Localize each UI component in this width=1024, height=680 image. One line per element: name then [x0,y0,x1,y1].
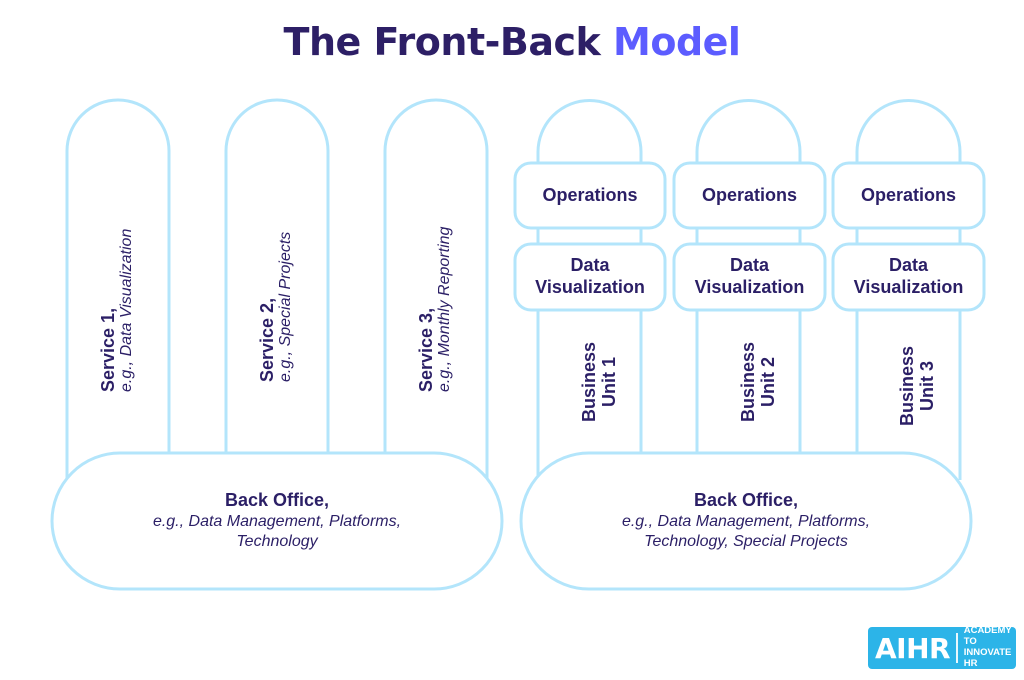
dataviz-line2: Visualization [694,277,805,297]
dataviz-line2: Visualization [535,277,645,297]
back-office-line2: Technology [236,532,318,550]
diagram-canvas [50,98,986,591]
service-label-2: Service 2, e.g., Special Projects [257,232,295,382]
business-unit-label-2: Business Unit 2 [738,340,779,424]
service-label-3: Service 3, e.g., Monthly Reporting [416,227,454,392]
back-office-line2: Technology, Special Projects [644,532,848,550]
back-office-right-label: Back Office, e.g., Data Management, Plat… [521,489,971,552]
logo-tagline-line2: INNOVATE HR [963,647,1012,669]
back-office-title: Back Office, [224,490,330,510]
unit-line2: Unit 1 [598,357,619,408]
dataviz-line1: Data [888,255,928,276]
service-example: e.g., Monthly Reporting [436,226,454,392]
operations-label-2: Operations [701,184,798,205]
dataviz-line1: Data [729,255,769,276]
business-unit-label-1: Business Unit 1 [579,340,620,424]
unit-line2: Unit 2 [757,357,778,408]
unit-line2: Unit 3 [916,361,937,412]
aihr-logo: AIHR ACADEMY TO INNOVATE HR [868,625,1016,670]
unit-line1: Business [579,341,599,423]
operations-label-1: Operations [542,184,638,205]
dataviz-line1: Data [570,255,610,276]
dataviz-line2: Visualization [853,277,964,297]
dataviz-label-1: Data Visualization [515,244,665,310]
back-office-left-label: Back Office, e.g., Data Management, Plat… [52,489,502,552]
service-name: Service 1, [98,307,118,392]
unit-line1: Business [897,345,917,427]
back-office-line1: e.g., Data Management, Platforms, [152,512,402,530]
service-label-1: Service 1, e.g., Data Visualization [98,229,136,392]
logo-tagline: ACADEMY TO INNOVATE HR [963,625,1016,670]
back-office-line1: e.g., Data Management, Platforms, [621,512,871,530]
unit-line1: Business [738,341,758,423]
business-unit-label-3: Business Unit 3 [897,344,938,428]
logo-tagline-line1: ACADEMY TO [963,625,1012,648]
back-office-title: Back Office, [693,490,799,510]
logo-divider [956,633,958,663]
dataviz-label-2: Data Visualization [674,244,825,310]
service-example: e.g., Data Visualization [118,228,136,392]
dataviz-label-3: Data Visualization [833,244,984,310]
logo-mark: AIHR [875,631,951,665]
service-name: Service 3, [416,307,436,392]
operations-label-3: Operations [860,184,957,205]
service-name: Service 2, [257,297,277,382]
service-example: e.g., Special Projects [277,231,295,382]
